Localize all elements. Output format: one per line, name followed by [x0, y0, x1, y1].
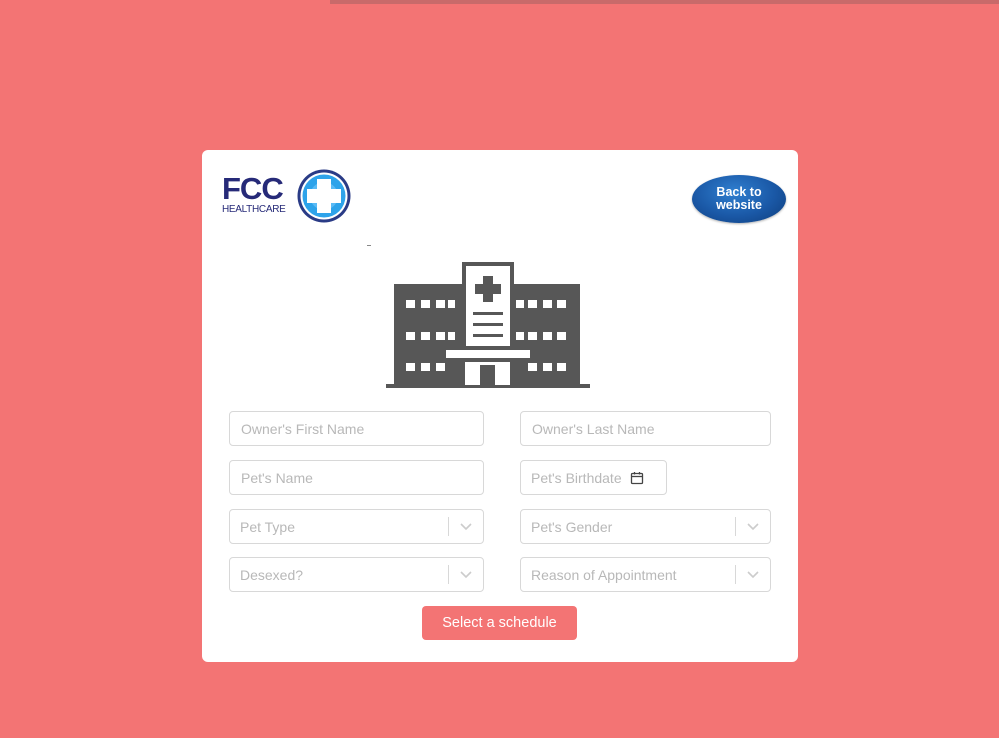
back-to-website-label: Back to website — [716, 185, 762, 212]
top-edge-strip — [330, 0, 999, 4]
pet-type-select[interactable]: Pet Type — [229, 509, 484, 544]
logo-main-text: FCC — [222, 171, 284, 206]
chevron-down-icon[interactable] — [449, 570, 483, 579]
chevron-down-icon[interactable] — [736, 570, 770, 579]
select-schedule-button[interactable]: Select a schedule — [422, 606, 577, 640]
divider-mark — [367, 245, 371, 246]
hospital-building-icon — [386, 262, 590, 388]
desexed-select[interactable]: Desexed? — [229, 557, 484, 592]
logo-wordmark: FCC HEALTHCARE — [222, 171, 292, 215]
logo-sub-text: HEALTHCARE — [222, 204, 286, 215]
pet-gender-placeholder: Pet's Gender — [531, 518, 613, 535]
desexed-placeholder: Desexed? — [240, 566, 304, 583]
pet-name-input[interactable] — [230, 461, 483, 494]
pet-gender-select[interactable]: Pet's Gender — [520, 509, 771, 544]
owner-first-name-field[interactable] — [229, 411, 484, 446]
medical-cross-icon — [297, 169, 351, 223]
appointment-card: FCC HEALTHCARE Back to website Owner's F… — [202, 150, 798, 662]
chevron-down-icon[interactable] — [449, 522, 483, 531]
owner-last-name-field[interactable] — [520, 411, 771, 446]
reason-of-appointment-select[interactable]: Reason of Appointment — [520, 557, 771, 592]
select-schedule-label: Select a schedule — [442, 615, 557, 631]
reason-placeholder: Reason of Appointment — [531, 566, 677, 583]
owner-last-name-input[interactable] — [521, 412, 770, 445]
pet-type-placeholder: Pet Type — [240, 518, 296, 535]
chevron-down-icon[interactable] — [736, 522, 770, 531]
back-to-website-button[interactable]: Back to website — [692, 175, 786, 223]
calendar-icon[interactable] — [630, 471, 644, 485]
pet-birthdate-placeholder: Pet's Birthdate — [531, 469, 622, 486]
fcc-healthcare-logo: FCC HEALTHCARE — [222, 168, 354, 224]
owner-first-name-input[interactable] — [230, 412, 483, 445]
pet-birthdate-field[interactable]: Pet's Birthdate — [520, 460, 667, 495]
pet-name-field[interactable] — [229, 460, 484, 495]
